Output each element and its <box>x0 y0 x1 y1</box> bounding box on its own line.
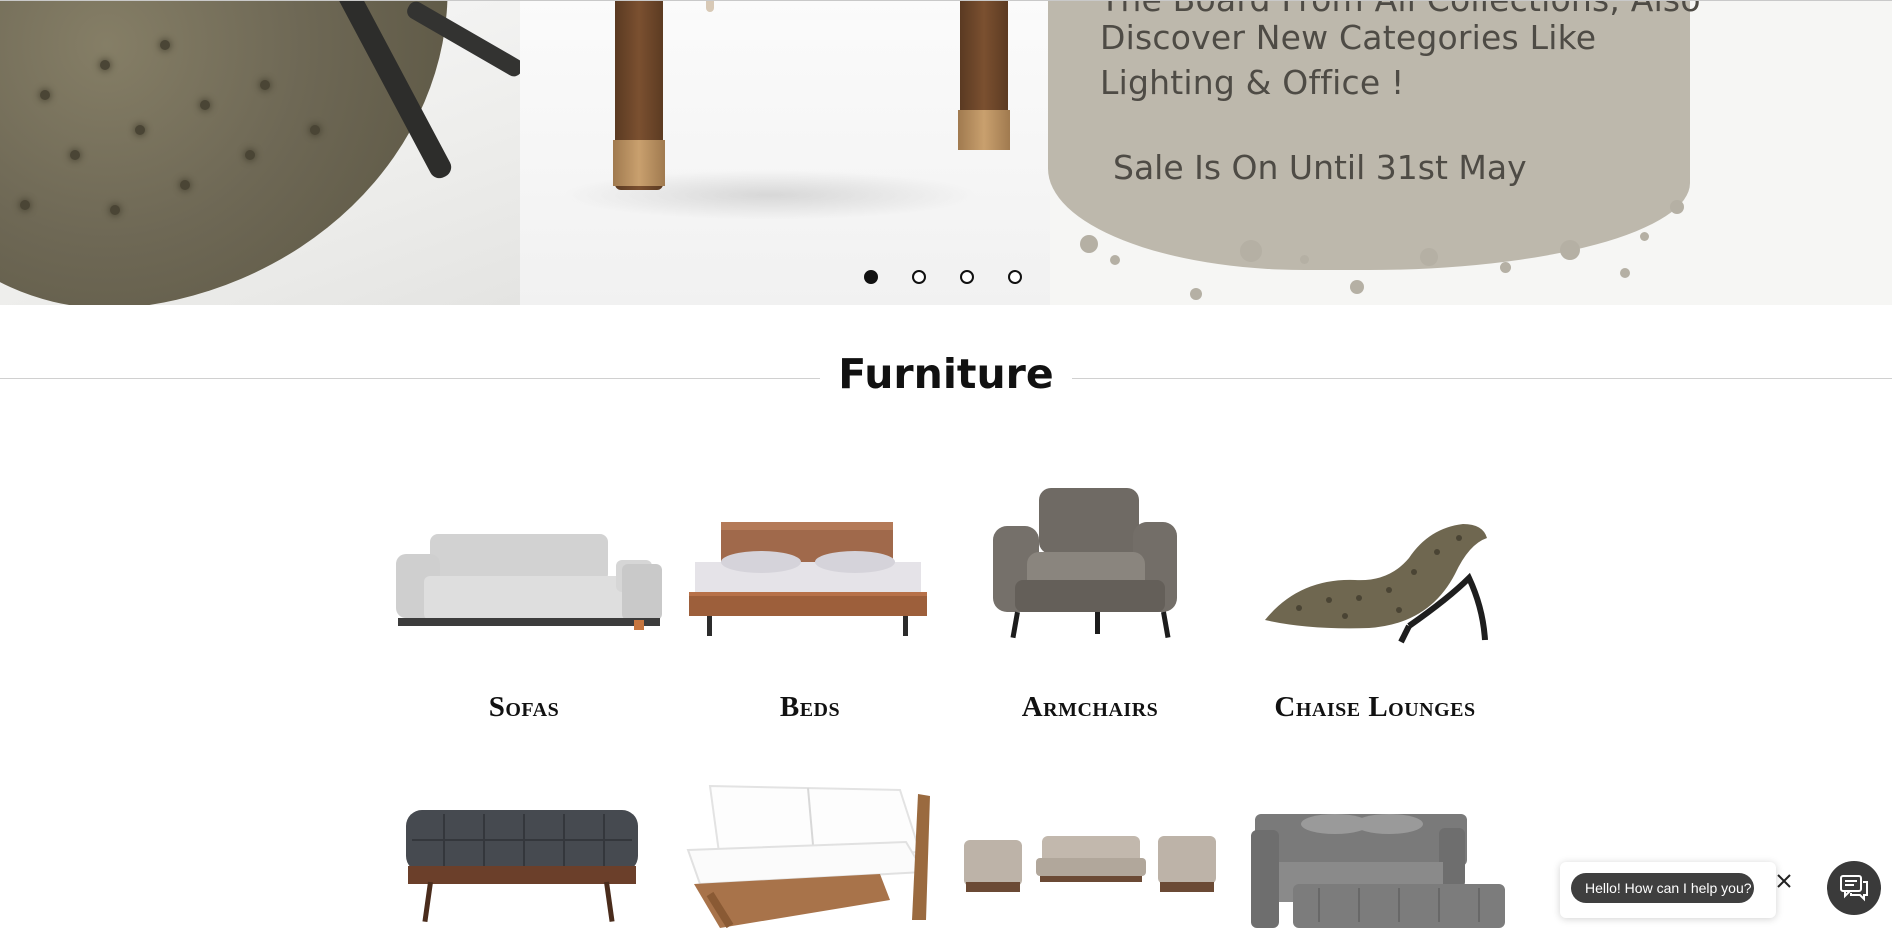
category-beds[interactable]: Beds <box>660 470 960 730</box>
category-label-beds: Beds <box>779 691 841 723</box>
armchair-image <box>993 488 1177 639</box>
slider-dot-1[interactable] <box>864 270 878 284</box>
category-armchairs[interactable]: Armchairs <box>940 470 1240 730</box>
chat-icon <box>1840 875 1868 902</box>
outdoor-loveseat-image <box>686 784 930 928</box>
section-title-text: Furniture <box>820 350 1072 398</box>
category-ottomans[interactable] <box>374 770 674 928</box>
category-label-sofas: Sofas <box>488 691 560 723</box>
bed-image <box>689 522 927 636</box>
slider-dot-4[interactable] <box>1008 270 1022 284</box>
category-sofa-sets[interactable] <box>940 770 1240 928</box>
category-outdoor-seating[interactable] <box>660 770 960 928</box>
hero-sale-text: Sale Is On Until 31st May <box>1113 148 1527 187</box>
slider-dot-3[interactable] <box>960 270 974 284</box>
slider-pagination <box>864 270 1022 288</box>
chat-greeting-bubble[interactable]: Hello! How can I help you? <box>1571 873 1754 903</box>
category-chaise-lounges[interactable]: Chaise Lounges <box>1225 470 1525 730</box>
section-title: Furniture <box>0 350 1892 398</box>
hero-promo-line-3: Lighting & Office ! <box>1100 63 1405 102</box>
category-label-armchairs: Armchairs <box>1021 691 1159 723</box>
hero-slider: The Board From All Collections, Also Dis… <box>0 0 1892 305</box>
close-icon[interactable] <box>1773 870 1795 892</box>
category-sofas[interactable]: Sofas <box>374 470 674 730</box>
ottoman-image <box>406 810 638 923</box>
page-top-divider <box>0 0 1892 1</box>
chat-launcher-button[interactable] <box>1827 861 1881 915</box>
category-label-chaise-lounges: Chaise Lounges <box>1274 691 1476 723</box>
slider-dot-2[interactable] <box>912 270 926 284</box>
hero-promo-line-2: Discover New Categories Like <box>1100 18 1597 57</box>
hero-lounge-image <box>0 0 520 305</box>
chaise-lounge-image <box>1265 524 1488 644</box>
category-daybeds[interactable] <box>1225 770 1525 928</box>
sofa-set-image <box>964 836 1216 892</box>
sofa-image <box>396 534 662 630</box>
trundle-daybed-image <box>1251 814 1505 928</box>
